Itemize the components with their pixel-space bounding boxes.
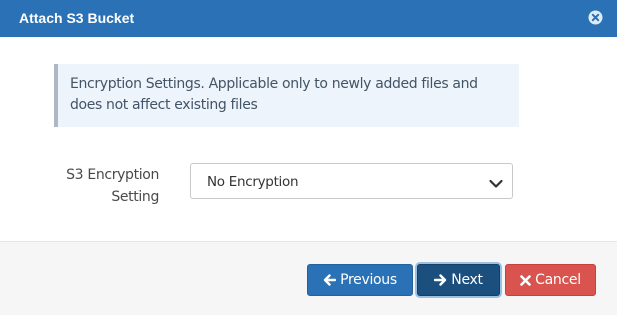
dialog-title: Attach S3 Bucket [19,10,135,26]
dialog-header: Attach S3 Bucket [0,0,617,37]
arrow-right-icon [434,274,447,286]
encryption-setting-select[interactable]: No Encryption [190,163,513,199]
encryption-setting-value: No Encryption [207,174,299,190]
previous-button-label: Previous [340,272,397,288]
next-button[interactable]: Next [417,264,500,296]
dialog-body: Encryption Settings. Applicable only to … [0,37,617,242]
arrow-left-icon [323,274,337,286]
previous-button[interactable]: Previous [307,264,413,296]
encryption-setting-label: S3 Encryption Setting [66,167,159,205]
cancel-button-label: Cancel [535,272,581,288]
chevron-down-icon [489,176,503,188]
encryption-notice: Encryption Settings. Applicable only to … [54,64,519,127]
encryption-notice-text: Encryption Settings. Applicable only to … [70,76,478,113]
close-icon[interactable] [588,10,603,25]
dialog-footer: Previous Next Cancel [0,242,617,315]
attach-s3-bucket-dialog: Attach S3 Bucket Encryption Settings. Ap… [0,0,617,315]
times-icon [520,275,531,286]
cancel-button[interactable]: Cancel [505,264,596,296]
next-button-label: Next [451,272,483,288]
